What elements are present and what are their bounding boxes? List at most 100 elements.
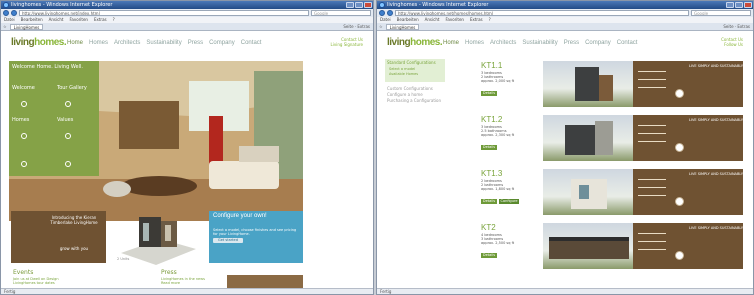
url-input[interactable]: http://www.livinghomes.net/index.html xyxy=(19,10,309,16)
search-input[interactable]: Google xyxy=(691,10,751,16)
model-panel: LIVE SIMPLY AND SUSTAINABLY xyxy=(633,61,743,107)
panel-title: LIVE SIMPLY AND SUSTAINABLY xyxy=(689,226,743,230)
configure-title: Configure your own! xyxy=(213,213,267,219)
press-line[interactable]: Read more xyxy=(161,281,180,285)
minimize-button[interactable] xyxy=(346,2,354,8)
slider-knob[interactable] xyxy=(675,251,684,260)
search-input[interactable]: Google xyxy=(311,10,371,16)
model-spec: approx. 1,800 sq ft xyxy=(481,187,515,191)
forward-button[interactable] xyxy=(387,10,393,16)
model-card-kt11: KT1.1 3 bedrooms 2 bathrooms approx. 2,0… xyxy=(481,61,743,107)
play-circle-icon[interactable] xyxy=(21,101,27,107)
get-started-button[interactable]: Get started xyxy=(213,238,243,243)
star-icon[interactable]: ☆ xyxy=(3,24,7,29)
sidebar-item-standard[interactable]: Standard Configurations xyxy=(387,60,436,65)
browser-tab[interactable]: LivingHomes xyxy=(9,23,44,30)
model-photo[interactable] xyxy=(543,61,633,107)
close-button[interactable] xyxy=(364,2,372,8)
top-links: Contact Us Living Signature xyxy=(331,37,363,47)
hero-image: Welcome Home. Living Well. Welcome Tour … xyxy=(9,61,303,221)
promo-title: Introducing the Kieran Timberlake Living… xyxy=(50,215,98,225)
nav-press[interactable]: Press xyxy=(564,40,579,46)
model-spec: approx. 2,300 sq ft xyxy=(481,133,515,137)
configure-button[interactable]: Configure xyxy=(499,199,519,204)
nav-contact[interactable]: Contact xyxy=(617,40,638,46)
toolbar-commands[interactable]: Seite · Extras xyxy=(343,24,370,29)
play-circle-icon[interactable] xyxy=(21,133,27,139)
browser-tab[interactable]: LivingHomes xyxy=(385,23,420,30)
logo-text-bold: homes. xyxy=(410,37,443,48)
status-bar: Fertig xyxy=(377,288,753,294)
nav-home[interactable]: Home xyxy=(67,40,83,46)
nav-homes[interactable]: Homes xyxy=(465,40,484,46)
press-heading: Press xyxy=(161,269,177,276)
play-circle-icon[interactable] xyxy=(21,161,27,167)
site-logo[interactable]: livinghomes. xyxy=(387,37,443,48)
toolbar-commands[interactable]: Seite · Extras xyxy=(723,24,750,29)
star-icon[interactable]: ☆ xyxy=(379,24,383,29)
maximize-button[interactable] xyxy=(355,2,363,8)
model-photo[interactable] xyxy=(543,115,633,161)
model-photo[interactable] xyxy=(543,169,633,215)
logo-text-bold: homes. xyxy=(34,37,67,48)
nav-sustainability[interactable]: Sustainability xyxy=(146,40,181,46)
play-circle-icon[interactable] xyxy=(65,101,71,107)
tab-bar: ☆ LivingHomes Seite · Extras xyxy=(1,23,373,31)
nav-contact[interactable]: Contact xyxy=(241,40,262,46)
slider-knob[interactable] xyxy=(675,197,684,206)
model-spec: approx. 2,500 sq ft xyxy=(481,241,515,245)
events-line[interactable]: LivingHomes tour dates xyxy=(13,281,55,285)
model-photo[interactable] xyxy=(543,223,633,269)
sidebar-item-available[interactable]: Available Homes xyxy=(389,72,418,77)
ie-icon xyxy=(3,2,9,8)
model-name: KT1.1 xyxy=(481,61,503,70)
logo-text: living xyxy=(387,37,411,48)
maximize-button[interactable] xyxy=(735,2,743,8)
homes-page: livinghomes. Home Homes Architects Susta… xyxy=(377,31,753,288)
nav-press[interactable]: Press xyxy=(188,40,203,46)
configure-description: Select a model, choose finishes and see … xyxy=(213,228,297,236)
details-button[interactable]: Details xyxy=(481,91,497,96)
overlay-item-tour[interactable]: Tour Gallery xyxy=(57,85,87,91)
forward-button[interactable] xyxy=(11,10,17,16)
nav-architects[interactable]: Architects xyxy=(114,40,140,46)
press-thumbnail[interactable] xyxy=(227,275,303,288)
details-button[interactable]: Details xyxy=(481,199,497,204)
url-input[interactable]: http://www.livinghomes.net/homes/homes.h… xyxy=(395,10,689,16)
promo-subtitle: grow with you xyxy=(59,246,89,251)
details-button[interactable]: Details xyxy=(481,253,497,258)
sidebar-item-configure[interactable]: Configure a home xyxy=(387,92,423,97)
hero-title: Welcome Home. Living Well. xyxy=(12,64,83,70)
play-circle-icon[interactable] xyxy=(65,161,71,167)
sidebar-item-purchasing[interactable]: Purchasing a Configuration xyxy=(387,98,441,103)
overlay-item-welcome[interactable]: Welcome xyxy=(12,85,35,91)
signature-link[interactable]: Living Signature xyxy=(331,42,363,47)
slider-knob[interactable] xyxy=(675,89,684,98)
details-button[interactable]: Details xyxy=(481,145,497,150)
nav-sustainability[interactable]: Sustainability xyxy=(522,40,557,46)
window-title: livinghomes - Windows Internet Explorer xyxy=(387,2,489,8)
slider-knob[interactable] xyxy=(675,143,684,152)
nav-architects[interactable]: Architects xyxy=(490,40,516,46)
model-panel: LIVE SIMPLY AND SUSTAINABLY xyxy=(633,115,743,161)
browser-window-home: livinghomes - Windows Internet Explorer … xyxy=(0,0,374,295)
top-links: Contact Us Follow Us xyxy=(721,37,743,47)
follow-link[interactable]: Follow Us xyxy=(721,42,743,47)
logo-text: living xyxy=(11,37,35,48)
back-button[interactable] xyxy=(3,10,9,16)
hero-menu-overlay: Welcome Home. Living Well. Welcome Tour … xyxy=(9,61,99,176)
sidebar-item-custom[interactable]: Custom Configurations xyxy=(387,86,433,91)
minimize-button[interactable] xyxy=(726,2,734,8)
nav-home[interactable]: Home xyxy=(443,40,459,46)
nav-homes[interactable]: Homes xyxy=(89,40,108,46)
overlay-item-values[interactable]: Values xyxy=(57,117,73,123)
overlay-item-homes[interactable]: Homes xyxy=(12,117,29,123)
nav-company[interactable]: Company xyxy=(209,40,235,46)
site-logo[interactable]: livinghomes. xyxy=(11,37,67,48)
model-name: KT1.2 xyxy=(481,115,503,124)
close-button[interactable] xyxy=(744,2,752,8)
back-button[interactable] xyxy=(379,10,385,16)
events-heading: Events xyxy=(13,269,34,276)
play-circle-icon[interactable] xyxy=(65,133,71,139)
nav-company[interactable]: Company xyxy=(585,40,611,46)
